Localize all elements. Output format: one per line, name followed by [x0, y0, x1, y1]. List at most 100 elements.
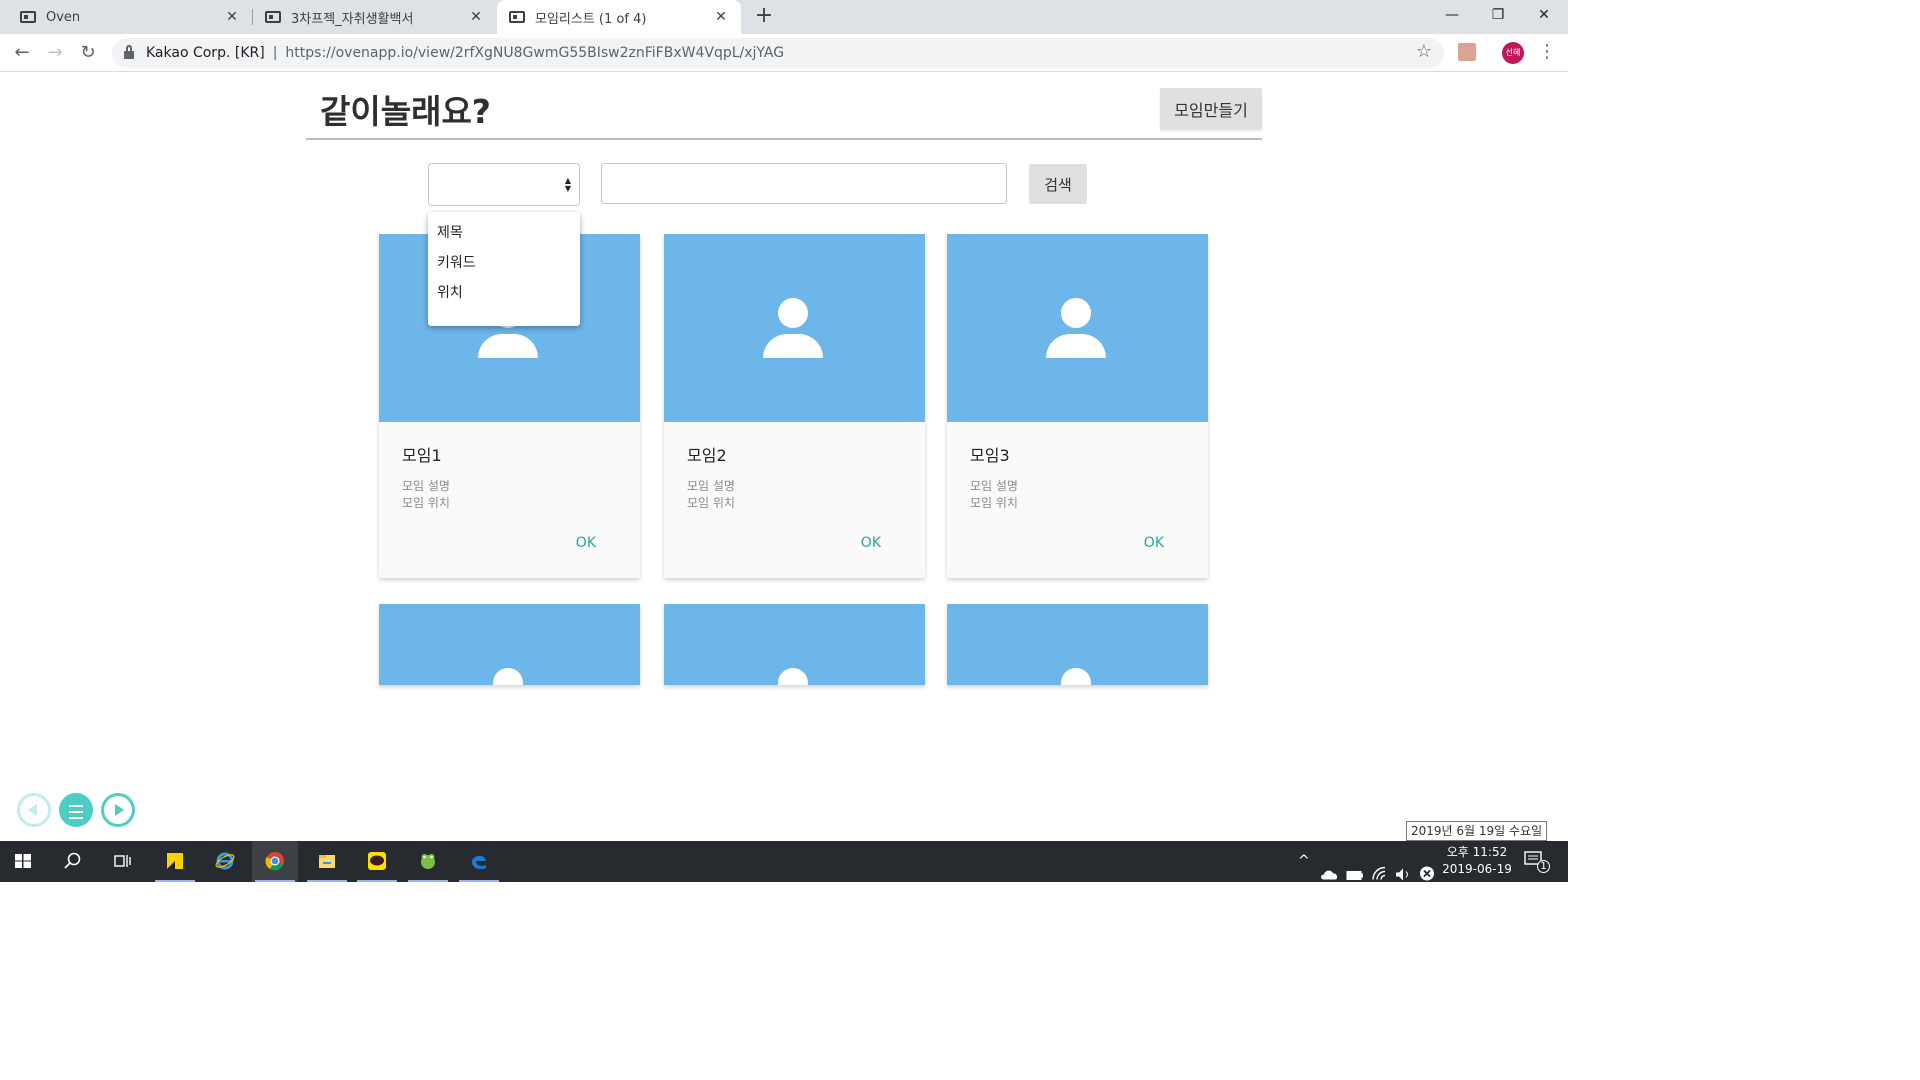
window-icon	[509, 11, 525, 23]
tab-title: Oven	[46, 9, 81, 25]
internet-explorer-app[interactable]	[202, 841, 248, 882]
card-description: 모임 설명	[970, 479, 1018, 493]
card-image	[947, 604, 1208, 685]
kakaotalk-icon	[368, 852, 386, 870]
card-description: 모임 설명	[687, 479, 735, 493]
search-button[interactable]: 검색	[1029, 164, 1087, 204]
notification-center-button[interactable]: 1	[1524, 851, 1550, 892]
url-text[interactable]: https://ovenapp.io/view/2rfXgNU8GwmG55BI…	[285, 45, 784, 61]
new-tab-button[interactable]: +	[752, 4, 776, 28]
search-type-dropdown: 제목 키워드 위치	[428, 212, 580, 326]
page-content: 같이놀래요? 모임만들기 ▲ ▼ 검색 제목 키워드 위치 모임1 모임 설명 모…	[0, 73, 1568, 841]
tab-jachwi[interactable]: 3차프젝_자취생활백서 ✕	[253, 0, 496, 34]
search-button[interactable]	[50, 841, 96, 882]
tab-title: 모임리스트 (1 of 4)	[535, 11, 647, 27]
menu-icon[interactable]	[59, 793, 93, 827]
search-type-select[interactable]: ▲ ▼	[428, 163, 580, 206]
edge-app[interactable]	[456, 841, 502, 882]
edge-icon	[472, 855, 486, 870]
card-title: 모임1	[402, 446, 442, 465]
back-icon[interactable]: ←	[10, 41, 34, 65]
chrome-icon	[265, 852, 284, 871]
card-image	[947, 234, 1208, 422]
frog-app-icon	[421, 854, 435, 869]
meeting-card-partial[interactable]	[947, 604, 1208, 685]
forward-icon[interactable]: →	[43, 41, 67, 65]
person-icon	[493, 668, 523, 685]
person-icon	[778, 298, 808, 328]
card-title: 모임2	[687, 446, 727, 465]
option-location[interactable]: 위치	[428, 280, 580, 310]
window-icon	[20, 11, 36, 23]
search-input[interactable]	[601, 163, 1007, 204]
date-tooltip: 2019년 6월 19일 수요일	[1406, 821, 1548, 841]
pdf-extension-icon[interactable]	[1458, 43, 1476, 61]
bookmark-star-icon[interactable]: ☆	[1416, 41, 1432, 62]
green-app[interactable]	[405, 841, 451, 882]
browser-menu-icon[interactable]: ⋮	[1538, 40, 1556, 64]
task-view-button[interactable]	[99, 841, 145, 882]
tab-moim-list[interactable]: 모임리스트 (1 of 4) ✕	[497, 0, 741, 34]
browser-toolbar: ← → ↻ Kakao Corp. [KR] | https://ovenapp…	[0, 34, 1568, 72]
browser-tab-strip: Oven ✕ 3차프젝_자취생활백서 ✕ 모임리스트 (1 of 4) ✕ + …	[0, 0, 1568, 34]
volume-icon[interactable]	[1394, 854, 1412, 895]
next-page-icon[interactable]	[101, 793, 135, 827]
meeting-card[interactable]: 모임3 모임 설명 모임 위치 OK	[947, 234, 1208, 578]
wifi-icon[interactable]	[1371, 853, 1389, 894]
card-ok-button[interactable]: OK	[861, 535, 881, 551]
close-icon[interactable]: ✕	[713, 9, 729, 25]
sticky-notes-app[interactable]	[152, 841, 198, 882]
minimize-button[interactable]: —	[1429, 0, 1475, 30]
card-description: 모임 설명	[402, 479, 450, 493]
chrome-app[interactable]	[252, 841, 298, 882]
site-org: Kakao Corp. [KR]	[146, 45, 265, 61]
close-window-button[interactable]: ✕	[1521, 0, 1567, 30]
tray-overflow-icon[interactable]: ^	[1298, 853, 1310, 894]
ime-off-icon[interactable]	[1419, 853, 1435, 894]
app-running-indicator	[255, 880, 295, 882]
app-running-indicator	[357, 880, 397, 882]
card-location: 모임 위치	[687, 496, 735, 510]
app-running-indicator	[307, 880, 347, 882]
card-location: 모임 위치	[970, 496, 1018, 510]
option-title[interactable]: 제목	[428, 220, 580, 250]
reload-icon[interactable]: ↻	[76, 41, 100, 65]
person-icon	[1061, 298, 1091, 328]
app-running-indicator	[408, 880, 448, 882]
start-button[interactable]	[0, 841, 46, 882]
app-running-indicator	[459, 880, 499, 882]
address-bar[interactable]: Kakao Corp. [KR] | https://ovenapp.io/vi…	[112, 38, 1444, 68]
clock-date: 2019-06-19	[1442, 862, 1512, 876]
file-explorer-app[interactable]	[304, 841, 350, 882]
page-title: 같이놀래요?	[320, 92, 491, 131]
window-icon	[265, 11, 281, 23]
meeting-card-partial[interactable]	[664, 604, 925, 685]
clock-time: 오후 11:52	[1446, 845, 1508, 859]
profile-avatar[interactable]: 선혜	[1502, 42, 1524, 64]
meeting-card-partial[interactable]	[379, 604, 640, 685]
create-meeting-button[interactable]: 모임만들기	[1160, 88, 1262, 130]
tab-oven[interactable]: Oven ✕	[0, 0, 252, 34]
url-divider: |	[272, 45, 278, 61]
meeting-card[interactable]: 모임2 모임 설명 모임 위치 OK	[664, 234, 925, 578]
onedrive-icon[interactable]	[1320, 854, 1340, 895]
taskbar-clock[interactable]: 오후 11:52 2019-06-19	[1440, 844, 1514, 878]
close-icon[interactable]: ✕	[468, 9, 484, 25]
option-keyword[interactable]: 키워드	[428, 250, 580, 280]
close-icon[interactable]: ✕	[224, 9, 240, 25]
person-icon-body	[763, 334, 823, 358]
person-icon	[1061, 668, 1091, 685]
prev-page-icon[interactable]	[17, 793, 51, 827]
tab-title: 3차프젝_자취생활백서	[291, 11, 414, 27]
card-image	[664, 604, 925, 685]
card-location: 모임 위치	[402, 496, 450, 510]
lock-icon	[124, 45, 134, 59]
kakaotalk-app[interactable]	[354, 841, 400, 882]
restore-button[interactable]: ❐	[1475, 0, 1521, 30]
card-title: 모임3	[970, 446, 1010, 465]
card-ok-button[interactable]: OK	[1144, 535, 1164, 551]
notification-count: 1	[1537, 860, 1550, 873]
battery-icon[interactable]	[1346, 855, 1364, 896]
card-ok-button[interactable]: OK	[576, 535, 596, 551]
card-image	[664, 234, 925, 422]
